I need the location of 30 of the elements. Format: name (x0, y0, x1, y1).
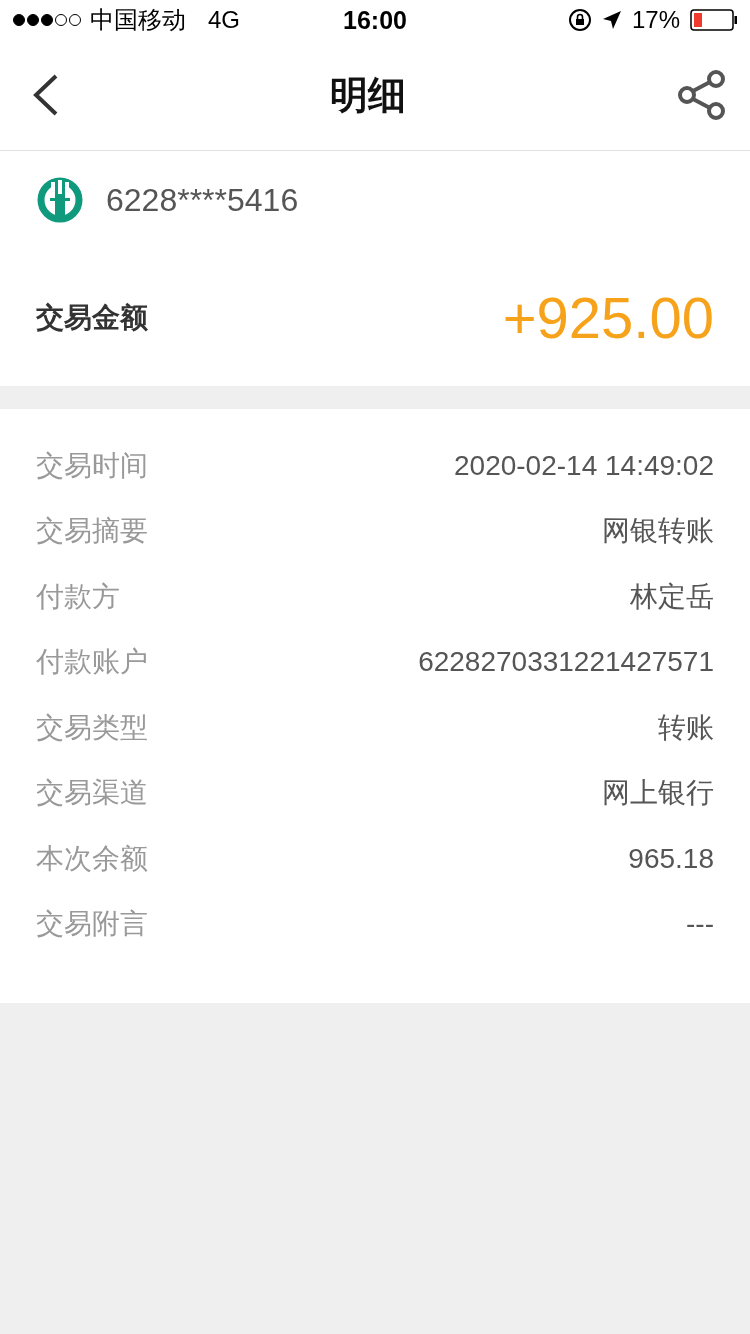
detail-value: 转账 (658, 710, 714, 745)
detail-value: --- (686, 908, 714, 941)
detail-value: 林定岳 (630, 579, 714, 614)
signal-icon (12, 13, 82, 27)
rotation-lock-icon (567, 8, 592, 32)
detail-label: 交易类型 (36, 710, 148, 745)
bank-logo-icon (36, 176, 84, 224)
detail-label: 付款方 (36, 579, 120, 614)
detail-label: 交易摘要 (36, 514, 148, 549)
detail-label: 交易渠道 (36, 776, 148, 811)
share-icon[interactable] (676, 69, 728, 121)
detail-label: 交易时间 (36, 448, 148, 483)
location-arrow-icon (601, 10, 622, 30)
carrier-name: 中国移动 (90, 5, 186, 35)
detail-value: 965.18 (628, 842, 714, 875)
amount-value: +925.00 (502, 284, 714, 351)
card-number: 6228****5416 (106, 181, 299, 219)
detail-value: 网银转账 (602, 514, 714, 549)
battery-percent: 17% (631, 6, 680, 34)
clock-time: 16:00 (343, 5, 407, 35)
page-title: 明细 (330, 72, 406, 118)
detail-value: 6228270331221427571 (418, 646, 714, 679)
network-type: 4G (208, 6, 240, 34)
detail-label: 交易附言 (36, 907, 148, 942)
detail-label: 付款账户 (36, 645, 148, 680)
detail-label: 本次余额 (36, 841, 148, 876)
amount-label: 交易金额 (36, 300, 148, 335)
battery-icon (690, 9, 738, 31)
detail-value: 2020-02-14 14:49:02 (454, 449, 714, 482)
detail-value: 网上银行 (602, 776, 714, 811)
